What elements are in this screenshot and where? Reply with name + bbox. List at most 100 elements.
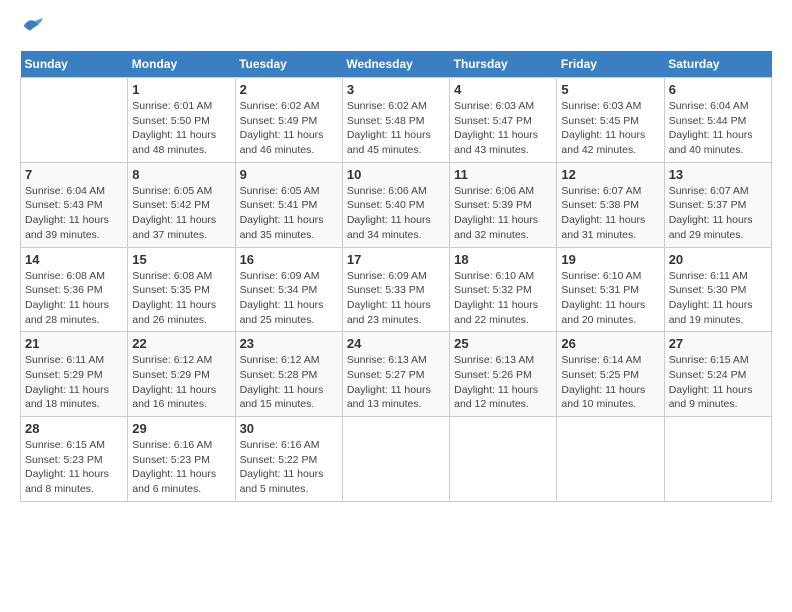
calendar-cell: 13 Sunrise: 6:07 AMSunset: 5:37 PMDayligh… (664, 162, 771, 247)
day-number: 14 (25, 252, 123, 267)
day-info: Sunrise: 6:13 AMSunset: 5:26 PMDaylight:… (454, 353, 552, 412)
day-info: Sunrise: 6:15 AMSunset: 5:23 PMDaylight:… (25, 438, 123, 497)
day-info: Sunrise: 6:02 AMSunset: 5:48 PMDaylight:… (347, 99, 445, 158)
day-number: 18 (454, 252, 552, 267)
calendar-cell: 10 Sunrise: 6:06 AMSunset: 5:40 PMDayligh… (342, 162, 449, 247)
calendar-cell: 23Sunrise: 6:12 AMSunset: 5:28 PMDayligh… (235, 332, 342, 417)
day-info: Sunrise: 6:03 AMSunset: 5:45 PMDaylight:… (561, 99, 659, 158)
calendar-cell (21, 78, 128, 163)
day-number: 13 (669, 167, 767, 182)
day-info: Sunrise: 6:07 AMSunset: 5:37 PMDaylight:… (669, 184, 767, 243)
calendar-cell: 21 Sunrise: 6:11 AMSunset: 5:29 PMDayligh… (21, 332, 128, 417)
day-info: Sunrise: 6:14 AMSunset: 5:25 PMDaylight:… (561, 353, 659, 412)
calendar-week-row: 7 Sunrise: 6:04 AMSunset: 5:43 PMDaylight… (21, 162, 772, 247)
calendar-cell (557, 417, 664, 502)
day-info: Sunrise: 6:06 AMSunset: 5:39 PMDaylight:… (454, 184, 552, 243)
day-info: Sunrise: 6:08 AMSunset: 5:36 PMDaylight:… (25, 269, 123, 328)
day-info: Sunrise: 6:01 AMSunset: 5:50 PMDaylight:… (132, 99, 230, 158)
day-info: Sunrise: 6:16 AMSunset: 5:23 PMDaylight:… (132, 438, 230, 497)
calendar-cell: 26Sunrise: 6:14 AMSunset: 5:25 PMDayligh… (557, 332, 664, 417)
weekday-header-monday: Monday (128, 51, 235, 78)
calendar-cell: 3 Sunrise: 6:02 AMSunset: 5:48 PMDaylight… (342, 78, 449, 163)
logo-bird-icon (22, 16, 46, 36)
calendar-cell: 17 Sunrise: 6:09 AMSunset: 5:33 PMDayligh… (342, 247, 449, 332)
day-info: Sunrise: 6:04 AMSunset: 5:43 PMDaylight:… (25, 184, 123, 243)
calendar-cell: 28 Sunrise: 6:15 AMSunset: 5:23 PMDayligh… (21, 417, 128, 502)
day-number: 10 (347, 167, 445, 182)
day-info: Sunrise: 6:09 AMSunset: 5:34 PMDaylight:… (240, 269, 338, 328)
day-info: Sunrise: 6:10 AMSunset: 5:32 PMDaylight:… (454, 269, 552, 328)
day-info: Sunrise: 6:03 AMSunset: 5:47 PMDaylight:… (454, 99, 552, 158)
day-number: 20 (669, 252, 767, 267)
day-info: Sunrise: 6:13 AMSunset: 5:27 PMDaylight:… (347, 353, 445, 412)
day-number: 11 (454, 167, 552, 182)
day-info: Sunrise: 6:12 AMSunset: 5:29 PMDaylight:… (132, 353, 230, 412)
day-number: 19 (561, 252, 659, 267)
weekday-header-tuesday: Tuesday (235, 51, 342, 78)
calendar-cell: 4 Sunrise: 6:03 AMSunset: 5:47 PMDaylight… (450, 78, 557, 163)
weekday-header-row: SundayMondayTuesdayWednesdayThursdayFrid… (21, 51, 772, 78)
day-number: 17 (347, 252, 445, 267)
day-number: 8 (132, 167, 230, 182)
day-info: Sunrise: 6:11 AMSunset: 5:29 PMDaylight:… (25, 353, 123, 412)
day-info: Sunrise: 6:05 AMSunset: 5:42 PMDaylight:… (132, 184, 230, 243)
day-number: 7 (25, 167, 123, 182)
calendar-cell: 12Sunrise: 6:07 AMSunset: 5:38 PMDayligh… (557, 162, 664, 247)
weekday-header-saturday: Saturday (664, 51, 771, 78)
day-info: Sunrise: 6:05 AMSunset: 5:41 PMDaylight:… (240, 184, 338, 243)
weekday-header-friday: Friday (557, 51, 664, 78)
calendar-cell: 18 Sunrise: 6:10 AMSunset: 5:32 PMDayligh… (450, 247, 557, 332)
calendar-cell: 16 Sunrise: 6:09 AMSunset: 5:34 PMDayligh… (235, 247, 342, 332)
calendar-cell: 30 Sunrise: 6:16 AMSunset: 5:22 PMDayligh… (235, 417, 342, 502)
day-info: Sunrise: 6:06 AMSunset: 5:40 PMDaylight:… (347, 184, 445, 243)
calendar-cell: 11 Sunrise: 6:06 AMSunset: 5:39 PMDayligh… (450, 162, 557, 247)
day-info: Sunrise: 6:04 AMSunset: 5:44 PMDaylight:… (669, 99, 767, 158)
day-number: 30 (240, 421, 338, 436)
day-number: 3 (347, 82, 445, 97)
day-info: Sunrise: 6:16 AMSunset: 5:22 PMDaylight:… (240, 438, 338, 497)
calendar-cell: 27 Sunrise: 6:15 AMSunset: 5:24 PMDayligh… (664, 332, 771, 417)
day-number: 29 (132, 421, 230, 436)
day-info: Sunrise: 6:09 AMSunset: 5:33 PMDaylight:… (347, 269, 445, 328)
calendar-cell: 19Sunrise: 6:10 AMSunset: 5:31 PMDayligh… (557, 247, 664, 332)
day-info: Sunrise: 6:07 AMSunset: 5:38 PMDaylight:… (561, 184, 659, 243)
day-number: 28 (25, 421, 123, 436)
calendar-week-row: 1 Sunrise: 6:01 AMSunset: 5:50 PMDaylight… (21, 78, 772, 163)
calendar-week-row: 28 Sunrise: 6:15 AMSunset: 5:23 PMDayligh… (21, 417, 772, 502)
calendar-cell: 5 Sunrise: 6:03 AMSunset: 5:45 PMDaylight… (557, 78, 664, 163)
calendar-cell: 9 Sunrise: 6:05 AMSunset: 5:41 PMDaylight… (235, 162, 342, 247)
day-info: Sunrise: 6:15 AMSunset: 5:24 PMDaylight:… (669, 353, 767, 412)
calendar-cell (664, 417, 771, 502)
day-info: Sunrise: 6:02 AMSunset: 5:49 PMDaylight:… (240, 99, 338, 158)
calendar-table: SundayMondayTuesdayWednesdayThursdayFrid… (20, 51, 772, 502)
day-number: 24 (347, 336, 445, 351)
day-number: 5 (561, 82, 659, 97)
calendar-cell: 29 Sunrise: 6:16 AMSunset: 5:23 PMDayligh… (128, 417, 235, 502)
calendar-cell: 25 Sunrise: 6:13 AMSunset: 5:26 PMDayligh… (450, 332, 557, 417)
calendar-cell: 2 Sunrise: 6:02 AMSunset: 5:49 PMDaylight… (235, 78, 342, 163)
day-number: 27 (669, 336, 767, 351)
day-number: 16 (240, 252, 338, 267)
calendar-cell: 8 Sunrise: 6:05 AMSunset: 5:42 PMDaylight… (128, 162, 235, 247)
calendar-cell: 20 Sunrise: 6:11 AMSunset: 5:30 PMDayligh… (664, 247, 771, 332)
calendar-cell: 22 Sunrise: 6:12 AMSunset: 5:29 PMDayligh… (128, 332, 235, 417)
day-number: 4 (454, 82, 552, 97)
day-number: 23 (240, 336, 338, 351)
calendar-cell (342, 417, 449, 502)
day-number: 2 (240, 82, 338, 97)
day-number: 1 (132, 82, 230, 97)
day-number: 15 (132, 252, 230, 267)
day-number: 9 (240, 167, 338, 182)
calendar-cell: 14 Sunrise: 6:08 AMSunset: 5:36 PMDayligh… (21, 247, 128, 332)
weekday-header-thursday: Thursday (450, 51, 557, 78)
day-number: 21 (25, 336, 123, 351)
day-number: 22 (132, 336, 230, 351)
weekday-header-sunday: Sunday (21, 51, 128, 78)
calendar-cell: 6Sunrise: 6:04 AMSunset: 5:44 PMDaylight… (664, 78, 771, 163)
logo (20, 20, 46, 41)
day-info: Sunrise: 6:11 AMSunset: 5:30 PMDaylight:… (669, 269, 767, 328)
calendar-cell (450, 417, 557, 502)
page-header (20, 20, 772, 41)
day-info: Sunrise: 6:08 AMSunset: 5:35 PMDaylight:… (132, 269, 230, 328)
day-number: 25 (454, 336, 552, 351)
